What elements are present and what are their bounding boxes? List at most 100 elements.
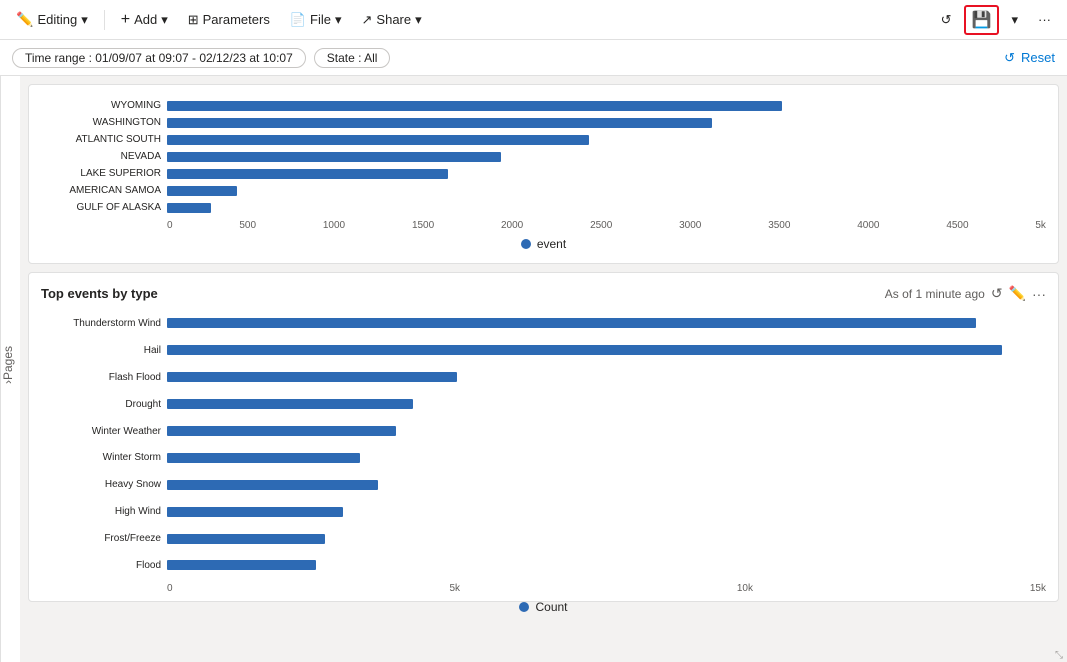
chevron-down-icon-3: ▾ xyxy=(335,12,342,28)
share-button[interactable]: ↗ Share ▾ xyxy=(354,8,430,32)
save-icon: 💾 xyxy=(972,10,992,30)
table-row: LAKE SUPERIOR xyxy=(41,166,1046,182)
bar-fill xyxy=(167,169,448,179)
bar-label: WASHINGTON xyxy=(41,117,161,128)
table-row: High Wind xyxy=(41,504,1046,520)
chevron-button[interactable]: ▾ xyxy=(1003,8,1026,32)
bottom-legend: Count xyxy=(41,600,1046,614)
x-axis-label: 4000 xyxy=(857,220,879,231)
table-row: Hail xyxy=(41,342,1046,358)
bar-fill xyxy=(167,101,782,111)
refresh-button[interactable]: ↺ xyxy=(933,8,960,32)
top-legend-label: event xyxy=(537,237,566,251)
toolbar: ✏️ Editing ▾ + Add ▾ ⊞ Parameters 📄 File… xyxy=(0,0,1067,40)
pages-arrow: › xyxy=(1,380,15,384)
chevron-down-icon: ▾ xyxy=(81,12,88,28)
bar-track xyxy=(167,372,1046,382)
parameters-button[interactable]: ⊞ Parameters xyxy=(180,8,278,32)
more-chart-icon[interactable]: ··· xyxy=(1032,286,1046,302)
x-axis-label: 15k xyxy=(1030,583,1046,594)
bar-track xyxy=(167,135,1046,145)
table-row: Winter Storm xyxy=(41,450,1046,466)
table-row: Winter Weather xyxy=(41,423,1046,439)
x-axis-label: 0 xyxy=(167,583,173,594)
more-options-button[interactable]: ··· xyxy=(1030,8,1059,31)
x-axis-label: 4500 xyxy=(946,220,968,231)
x-axis-label: 1500 xyxy=(412,220,434,231)
bar-fill xyxy=(167,560,316,570)
bottom-chart-meta: As of 1 minute ago ↺ ✏️ ··· xyxy=(885,285,1046,302)
bottom-bars-area: Thunderstorm Wind Hail Flash Flood Droug… xyxy=(41,310,1046,579)
bar-track xyxy=(167,480,1046,490)
x-axis-label: 10k xyxy=(737,583,753,594)
bar-label: Frost/Freeze xyxy=(41,533,161,544)
bottom-chart-title: Top events by type xyxy=(41,286,158,301)
table-row: Drought xyxy=(41,396,1046,412)
save-button[interactable]: 💾 xyxy=(964,5,1000,35)
bar-fill xyxy=(167,507,343,517)
add-button[interactable]: + Add ▾ xyxy=(113,7,176,33)
bottom-chart-header: Top events by type As of 1 minute ago ↺ … xyxy=(41,285,1046,302)
table-row: Flash Flood xyxy=(41,369,1046,385)
refresh-chart-icon[interactable]: ↺ xyxy=(991,285,1003,302)
bar-label: WYOMING xyxy=(41,100,161,111)
file-button[interactable]: 📄 File ▾ xyxy=(282,8,350,32)
bar-label: Hail xyxy=(41,345,161,356)
bar-track xyxy=(167,101,1046,111)
x-axis-label: 0 xyxy=(167,220,173,231)
x-axis-label: 2000 xyxy=(501,220,523,231)
bar-fill xyxy=(167,186,237,196)
top-x-axis: 0500100015002000250030003500400045005k xyxy=(41,216,1046,231)
bar-track xyxy=(167,399,1046,409)
add-label: Add xyxy=(134,12,157,27)
top-legend: event xyxy=(41,237,1046,251)
bar-fill xyxy=(167,318,976,328)
top-bars-area: WYOMING WASHINGTON ATLANTIC SOUTH NEVADA… xyxy=(41,97,1046,216)
table-row: NEVADA xyxy=(41,149,1046,165)
bar-track xyxy=(167,118,1046,128)
bar-label: Flood xyxy=(41,560,161,571)
bar-fill xyxy=(167,345,1002,355)
bar-label: Flash Flood xyxy=(41,372,161,383)
table-row: Heavy Snow xyxy=(41,477,1046,493)
toolbar-right: ↺ 💾 ▾ ··· xyxy=(933,5,1059,35)
bar-fill xyxy=(167,203,211,213)
x-axis-label: 5k xyxy=(449,583,460,594)
bar-fill xyxy=(167,118,712,128)
bar-label: AMERICAN SAMOA xyxy=(41,185,161,196)
state-filter[interactable]: State : All xyxy=(314,48,391,68)
chevron-down-icon-4: ▾ xyxy=(415,12,422,28)
bar-track xyxy=(167,534,1046,544)
filter-bar: Time range : 01/09/07 at 09:07 - 02/12/2… xyxy=(0,40,1067,76)
editing-button[interactable]: ✏️ Editing ▾ xyxy=(8,7,96,32)
main-layout: › Pages WYOMING WASHINGTON ATLANTIC SOUT… xyxy=(0,76,1067,662)
parameters-icon: ⊞ xyxy=(188,12,199,28)
bar-label: Drought xyxy=(41,399,161,410)
share-label: Share xyxy=(376,12,411,27)
bar-label: Thunderstorm Wind xyxy=(41,318,161,329)
bar-label: High Wind xyxy=(41,506,161,517)
content-area: WYOMING WASHINGTON ATLANTIC SOUTH NEVADA… xyxy=(20,76,1067,662)
table-row: WYOMING xyxy=(41,98,1046,114)
file-label: File xyxy=(310,12,331,27)
bar-label: NEVADA xyxy=(41,151,161,162)
bar-track xyxy=(167,560,1046,570)
chevron-down-icon-5: ▾ xyxy=(1011,12,1018,28)
table-row: WASHINGTON xyxy=(41,115,1046,131)
resize-handle[interactable]: ⤡ xyxy=(1055,650,1067,662)
parameters-label: Parameters xyxy=(203,12,270,27)
time-range-filter[interactable]: Time range : 01/09/07 at 09:07 - 02/12/2… xyxy=(12,48,306,68)
bar-track xyxy=(167,203,1046,213)
bar-label: ATLANTIC SOUTH xyxy=(41,134,161,145)
bar-label: Heavy Snow xyxy=(41,479,161,490)
file-icon: 📄 xyxy=(290,12,306,28)
pages-sidebar[interactable]: › Pages xyxy=(0,76,20,662)
bar-track xyxy=(167,152,1046,162)
x-axis-label: 1000 xyxy=(323,220,345,231)
bar-track xyxy=(167,186,1046,196)
bar-fill xyxy=(167,480,378,490)
chevron-down-icon-2: ▾ xyxy=(161,12,168,28)
edit-chart-icon[interactable]: ✏️ xyxy=(1009,285,1026,302)
pages-label: Pages xyxy=(1,346,15,380)
bar-track xyxy=(167,169,1046,179)
